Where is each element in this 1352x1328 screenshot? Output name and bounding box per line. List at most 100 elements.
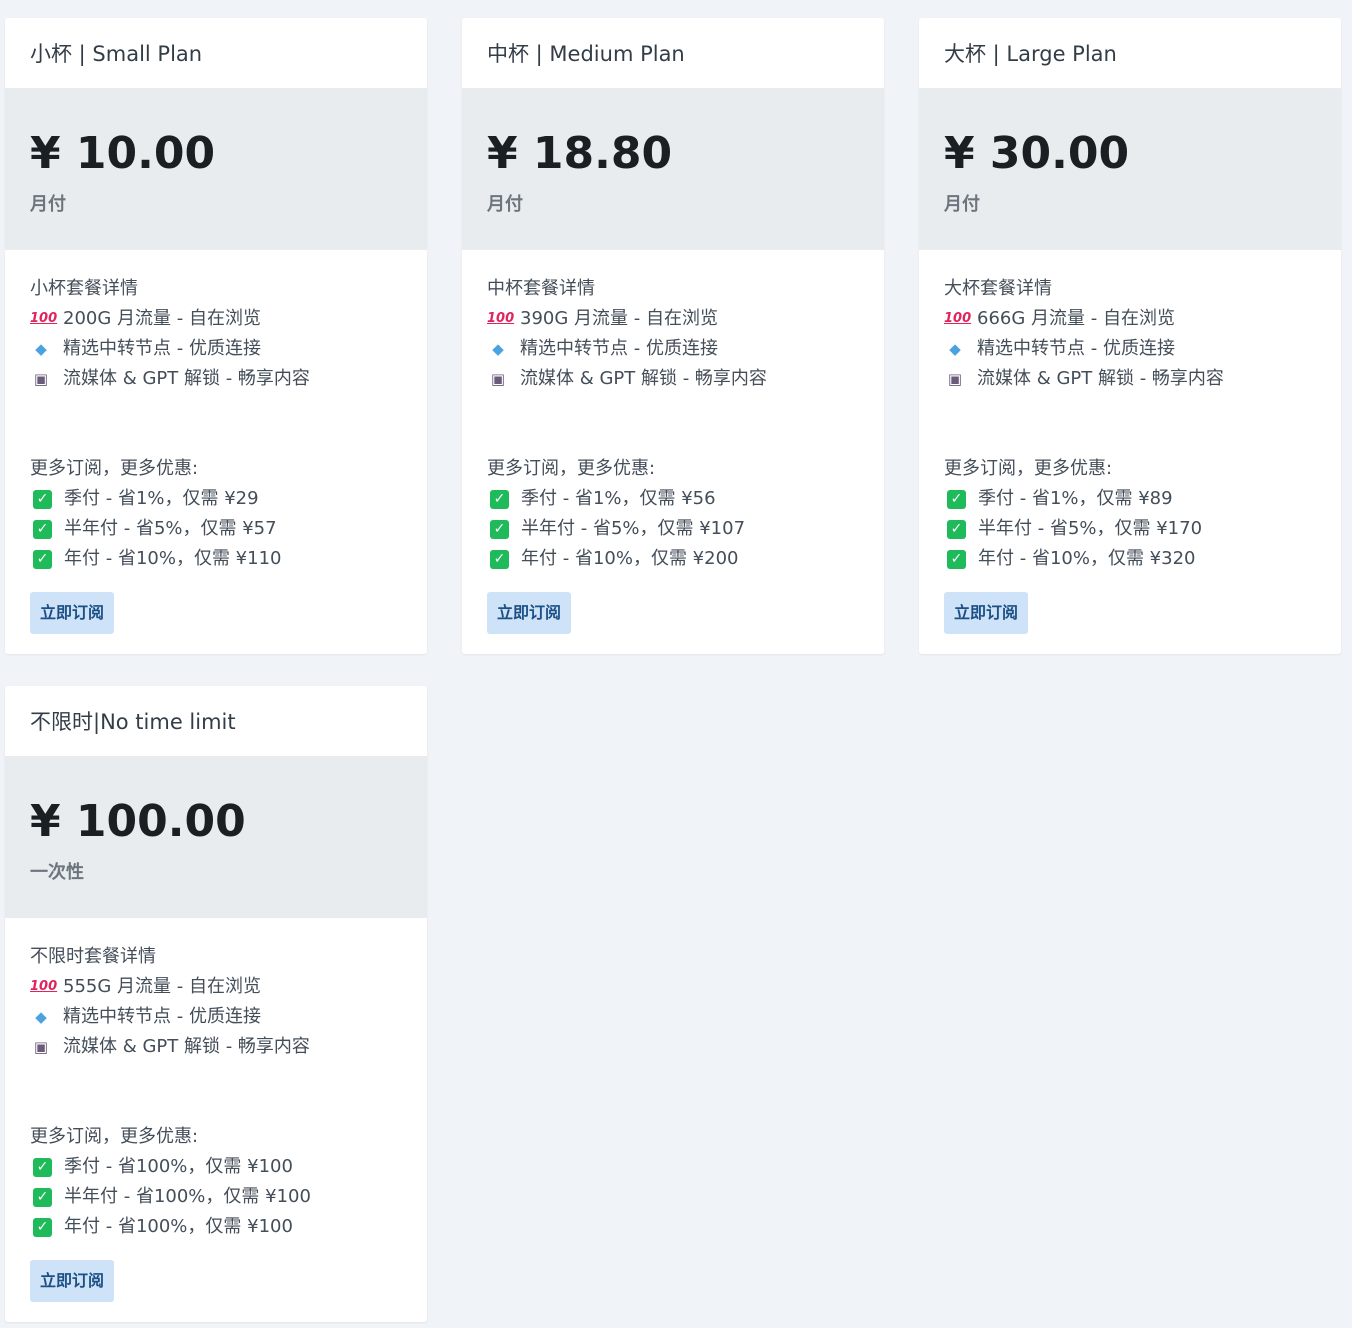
gem-icon: ◆ bbox=[35, 340, 47, 358]
discount-item: ✓ 年付 - 省10%，仅需 ¥200 bbox=[487, 544, 859, 574]
checkmark-icon: ✓ bbox=[947, 519, 966, 539]
checkmark-icon: ✓ bbox=[490, 549, 509, 569]
subscribe-button[interactable]: 立即订阅 bbox=[944, 592, 1029, 634]
checkmark-icon: ✓ bbox=[490, 519, 509, 539]
plan-details: 小杯套餐详情 100 200G 月流量 - 自在浏览 ◆ 精选中转节点 - 优质连接… bbox=[5, 250, 427, 654]
checkmark-icon: ✓ bbox=[33, 1187, 52, 1207]
checkmark-icon: ✓ bbox=[33, 1217, 52, 1237]
plan-card-large: 大杯 | Large Plan ¥ 30.00 月付 大杯套餐详情 100 666… bbox=[919, 18, 1341, 654]
billing-period: 月付 bbox=[30, 194, 66, 215]
plan-price: ¥ 30.00 bbox=[944, 128, 1130, 179]
subscribe-button[interactable]: 立即订阅 bbox=[30, 592, 115, 634]
feature-text: 流媒体 & GPT 解锁 - 畅享内容 bbox=[520, 368, 767, 389]
discount-item: ✓ 季付 - 省1%，仅需 ¥89 bbox=[944, 484, 1316, 514]
checkmark-icon: ✓ bbox=[33, 489, 52, 509]
price-band: ¥ 10.00 月付 bbox=[5, 88, 427, 250]
plan-title: 小杯 | Small Plan bbox=[30, 42, 203, 66]
plan-price: ¥ 18.80 bbox=[487, 128, 673, 179]
details-heading: 中杯套餐详情 bbox=[487, 278, 595, 299]
feature-item: ◆ 精选中转节点 - 优质连接 bbox=[487, 334, 859, 364]
feature-item: ▣ 流媒体 & GPT 解锁 - 畅享内容 bbox=[944, 364, 1316, 394]
subscribe-button[interactable]: 立即订阅 bbox=[30, 1260, 115, 1302]
discount-item: ✓ 年付 - 省10%，仅需 ¥320 bbox=[944, 544, 1316, 574]
discount-item: ✓ 半年付 - 省5%，仅需 ¥107 bbox=[487, 514, 859, 544]
plan-title: 不限时|No time limit bbox=[30, 710, 236, 734]
discount-text: 年付 - 省10%，仅需 ¥110 bbox=[64, 548, 282, 569]
feature-text: 精选中转节点 - 优质连接 bbox=[63, 1006, 261, 1027]
billing-period: 一次性 bbox=[30, 862, 84, 883]
details-heading: 小杯套餐详情 bbox=[30, 278, 138, 299]
discount-text: 季付 - 省1%，仅需 ¥89 bbox=[978, 488, 1173, 509]
discount-text: 半年付 - 省100%，仅需 ¥100 bbox=[64, 1186, 311, 1207]
subscribe-button[interactable]: 立即订阅 bbox=[487, 592, 572, 634]
plan-details: 不限时套餐详情 100 555G 月流量 - 自在浏览 ◆ 精选中转节点 - 优质连… bbox=[5, 918, 427, 1322]
plan-card-medium: 中杯 | Medium Plan ¥ 18.80 月付 中杯套餐详情 100 39… bbox=[462, 18, 884, 654]
price-band: ¥ 100.00 一次性 bbox=[5, 756, 427, 918]
discount-text: 半年付 - 省5%，仅需 ¥170 bbox=[978, 518, 1203, 539]
discount-heading: 更多订阅，更多优惠: bbox=[487, 458, 656, 479]
discount-text: 季付 - 省100%，仅需 ¥100 bbox=[64, 1156, 293, 1177]
plan-title: 中杯 | Medium Plan bbox=[487, 42, 685, 66]
feature-text: 390G 月流量 - 自在浏览 bbox=[520, 308, 718, 329]
price-band: ¥ 18.80 月付 bbox=[462, 88, 884, 250]
feature-text: 精选中转节点 - 优质连接 bbox=[977, 338, 1175, 359]
plan-card-unlimited: 不限时|No time limit ¥ 100.00 一次性 不限时套餐详情 1… bbox=[5, 686, 427, 1322]
discount-item: ✓ 季付 - 省1%，仅需 ¥56 bbox=[487, 484, 859, 514]
discount-item: ✓ 年付 - 省100%，仅需 ¥100 bbox=[30, 1212, 402, 1242]
details-heading: 不限时套餐详情 bbox=[30, 946, 156, 967]
hundred-points-icon: 100 bbox=[487, 311, 515, 326]
billing-period: 月付 bbox=[487, 194, 523, 215]
television-icon: ▣ bbox=[947, 370, 963, 388]
checkmark-icon: ✓ bbox=[33, 1157, 52, 1177]
plan-grid: 小杯 | Small Plan ¥ 10.00 月付 小杯套餐详情 100 200… bbox=[0, 0, 1352, 1328]
plan-details: 中杯套餐详情 100 390G 月流量 - 自在浏览 ◆ 精选中转节点 - 优质连接… bbox=[462, 250, 884, 654]
discount-text: 半年付 - 省5%，仅需 ¥57 bbox=[64, 518, 277, 539]
plan-details: 大杯套餐详情 100 666G 月流量 - 自在浏览 ◆ 精选中转节点 - 优质连接… bbox=[919, 250, 1341, 654]
hundred-points-icon: 100 bbox=[944, 311, 972, 326]
discount-heading: 更多订阅，更多优惠: bbox=[30, 1126, 199, 1147]
discount-item: ✓ 季付 - 省1%，仅需 ¥29 bbox=[30, 484, 402, 514]
feature-text: 流媒体 & GPT 解锁 - 畅享内容 bbox=[63, 368, 310, 389]
television-icon: ▣ bbox=[33, 370, 49, 388]
discount-item: ✓ 年付 - 省10%，仅需 ¥110 bbox=[30, 544, 402, 574]
price-band: ¥ 30.00 月付 bbox=[919, 88, 1341, 250]
discount-text: 年付 - 省10%，仅需 ¥200 bbox=[521, 548, 739, 569]
feature-text: 555G 月流量 - 自在浏览 bbox=[63, 976, 261, 997]
billing-period: 月付 bbox=[944, 194, 980, 215]
plan-price: ¥ 10.00 bbox=[30, 128, 216, 179]
discount-item: ✓ 半年付 - 省5%，仅需 ¥57 bbox=[30, 514, 402, 544]
discount-text: 季付 - 省1%，仅需 ¥29 bbox=[64, 488, 259, 509]
plan-title: 大杯 | Large Plan bbox=[944, 42, 1117, 66]
feature-item: ◆ 精选中转节点 - 优质连接 bbox=[30, 1002, 402, 1032]
checkmark-icon: ✓ bbox=[490, 489, 509, 509]
hundred-points-icon: 100 bbox=[30, 979, 58, 994]
hundred-points-icon: 100 bbox=[30, 311, 58, 326]
details-heading: 大杯套餐详情 bbox=[944, 278, 1052, 299]
feature-item: ▣ 流媒体 & GPT 解锁 - 畅享内容 bbox=[30, 1032, 402, 1062]
feature-text: 精选中转节点 - 优质连接 bbox=[520, 338, 718, 359]
feature-item: ▣ 流媒体 & GPT 解锁 - 畅享内容 bbox=[487, 364, 859, 394]
gem-icon: ◆ bbox=[35, 1008, 47, 1026]
feature-item: 100 390G 月流量 - 自在浏览 bbox=[487, 304, 859, 334]
feature-text: 流媒体 & GPT 解锁 - 畅享内容 bbox=[977, 368, 1224, 389]
discount-heading: 更多订阅，更多优惠: bbox=[944, 458, 1113, 479]
feature-text: 精选中转节点 - 优质连接 bbox=[63, 338, 261, 359]
feature-item: ◆ 精选中转节点 - 优质连接 bbox=[30, 334, 402, 364]
feature-item: ▣ 流媒体 & GPT 解锁 - 畅享内容 bbox=[30, 364, 402, 394]
discount-item: ✓ 季付 - 省100%，仅需 ¥100 bbox=[30, 1152, 402, 1182]
gem-icon: ◆ bbox=[492, 340, 504, 358]
checkmark-icon: ✓ bbox=[33, 519, 52, 539]
feature-item: 100 200G 月流量 - 自在浏览 bbox=[30, 304, 402, 334]
plan-card-small: 小杯 | Small Plan ¥ 10.00 月付 小杯套餐详情 100 200… bbox=[5, 18, 427, 654]
feature-text: 200G 月流量 - 自在浏览 bbox=[63, 308, 261, 329]
checkmark-icon: ✓ bbox=[33, 549, 52, 569]
gem-icon: ◆ bbox=[949, 340, 961, 358]
plan-price: ¥ 100.00 bbox=[30, 796, 246, 847]
checkmark-icon: ✓ bbox=[947, 489, 966, 509]
television-icon: ▣ bbox=[33, 1038, 49, 1056]
discount-heading: 更多订阅，更多优惠: bbox=[30, 458, 199, 479]
feature-item: 100 666G 月流量 - 自在浏览 bbox=[944, 304, 1316, 334]
checkmark-icon: ✓ bbox=[947, 549, 966, 569]
discount-text: 年付 - 省100%，仅需 ¥100 bbox=[64, 1216, 293, 1237]
feature-item: ◆ 精选中转节点 - 优质连接 bbox=[944, 334, 1316, 364]
